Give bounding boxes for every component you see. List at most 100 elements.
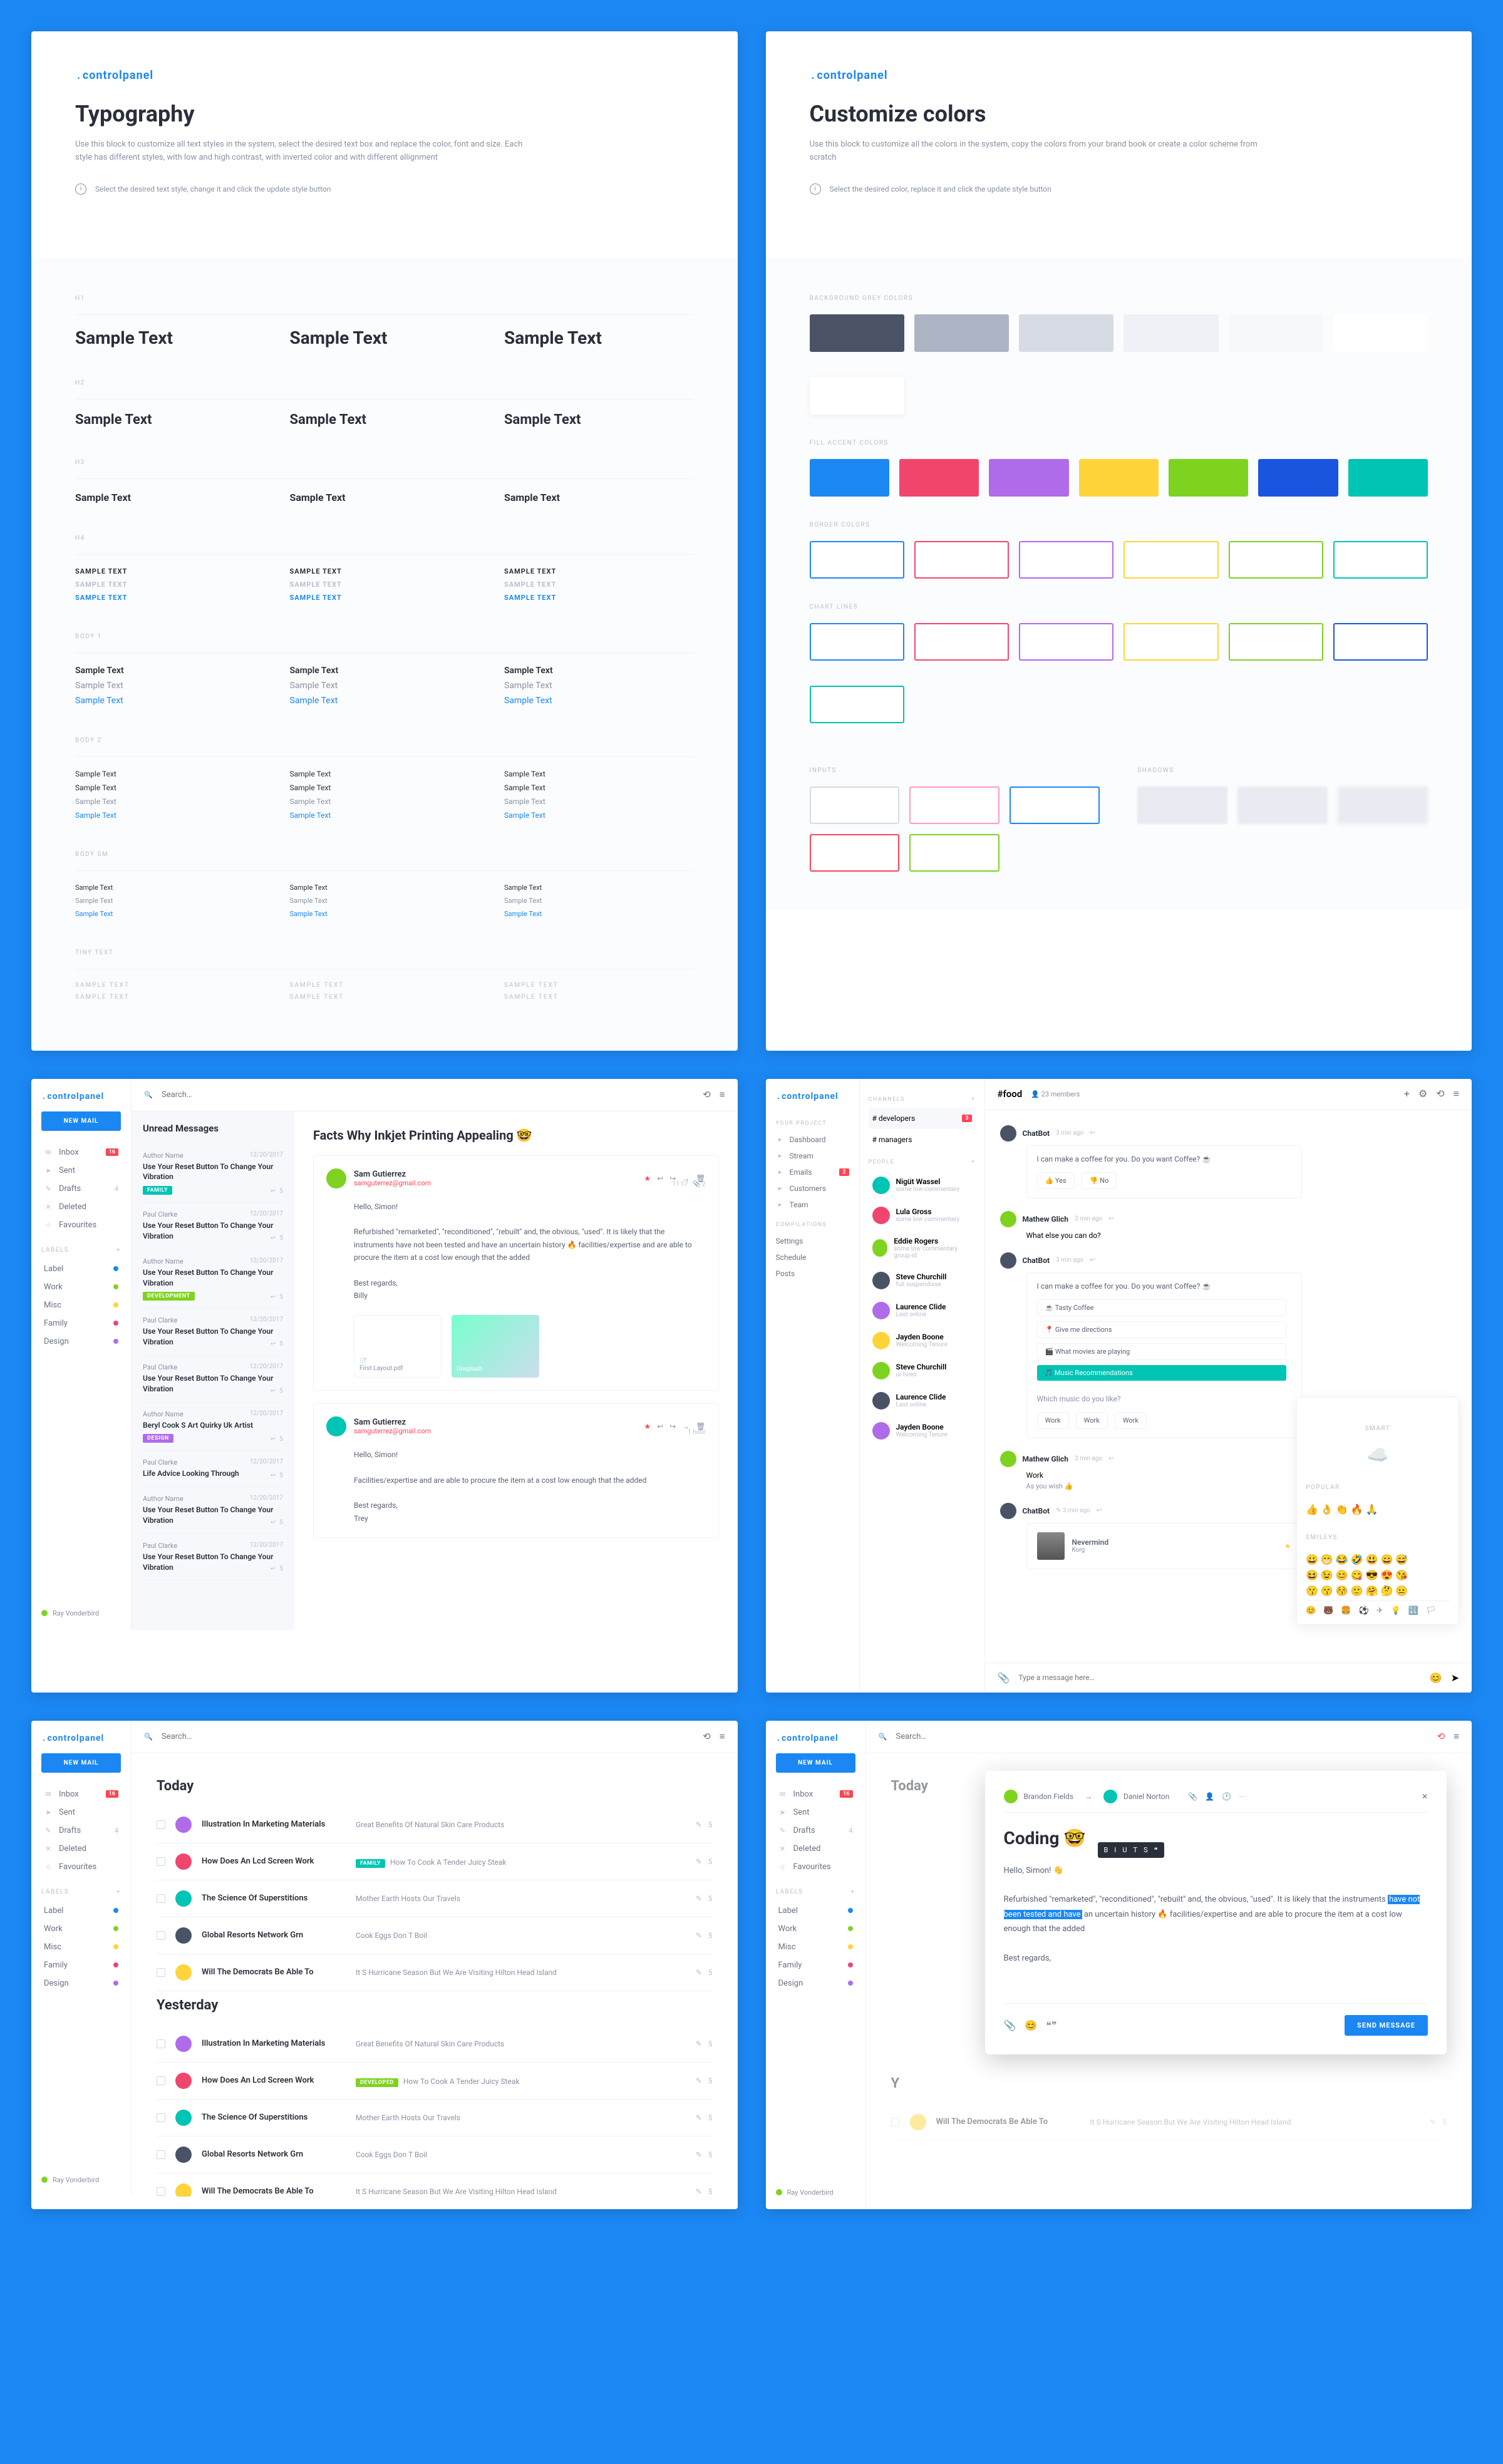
message-item[interactable]: Paul ClarkeUse Your Reset Button To Chan… — [143, 1534, 283, 1581]
color-swatch[interactable] — [1333, 623, 1428, 661]
message-input[interactable] — [1018, 1673, 1420, 1682]
person-item[interactable]: Laurence ClideLast online — [869, 1386, 976, 1416]
project-item[interactable]: ▸Emails2 — [776, 1164, 849, 1180]
label-item[interactable]: Family — [41, 1956, 121, 1974]
no-button[interactable]: 👎 No — [1082, 1172, 1117, 1189]
person-item[interactable]: Nigüt Wasselsome low commentary — [869, 1170, 976, 1200]
checkbox[interactable] — [157, 1857, 165, 1866]
channel-item[interactable]: # managers — [869, 1129, 976, 1150]
bot-option[interactable]: 🎬 What movies are playing — [1037, 1343, 1286, 1360]
person-item[interactable]: Steve Churchillur hires — [869, 1356, 976, 1386]
mail-row[interactable]: Global Resorts Network GrnCook Eggs Don … — [157, 2137, 713, 2173]
settings-icon[interactable]: ⚙ — [1418, 1088, 1427, 1100]
color-swatch[interactable] — [1258, 459, 1338, 497]
mail-row[interactable]: Illustration In Marketing MaterialsGreat… — [157, 1807, 713, 1843]
time-icon[interactable]: 🕐 — [1222, 1792, 1231, 1801]
refresh-icon[interactable]: ⟲ — [1436, 1088, 1444, 1100]
search-input[interactable] — [162, 1090, 694, 1100]
person-item[interactable]: Lula Grosssome low commentary — [869, 1200, 976, 1230]
star-icon[interactable]: ★ — [644, 1422, 651, 1431]
color-swatch[interactable] — [1169, 459, 1248, 497]
checkbox[interactable] — [157, 1968, 165, 1977]
mail-row[interactable]: How Does An Lcd Screen WorkDEVELOPEDHow … — [157, 2063, 713, 2100]
label-item[interactable]: Work — [41, 1920, 121, 1938]
mail-row[interactable]: Will The Democrats Be Able ToIt S Hurric… — [157, 2173, 713, 2197]
color-swatch[interactable] — [1123, 623, 1218, 661]
message-item[interactable]: Author NameUse Your Reset Button To Chan… — [143, 1487, 283, 1534]
project-item[interactable]: ▸Dashboard — [776, 1131, 849, 1148]
label-item[interactable]: Misc — [776, 1938, 855, 1956]
person-item[interactable]: Laurence ClideLast online — [869, 1296, 976, 1326]
color-swatch[interactable] — [914, 314, 1009, 352]
color-swatch[interactable] — [1229, 541, 1323, 579]
color-swatch[interactable] — [914, 623, 1009, 661]
mail-row[interactable]: Will The Democrats Be Able ToIt S Hurric… — [157, 1954, 713, 1991]
checkbox[interactable] — [157, 2113, 165, 2122]
add-icon[interactable]: + — [116, 1247, 121, 1254]
star-icon[interactable]: ★ — [644, 1174, 651, 1183]
sidebar-item[interactable]: ☆Favourites — [41, 1858, 121, 1876]
sidebar-item[interactable]: ✎Drafts4 — [776, 1822, 855, 1840]
person-item[interactable]: Jayden BooneWelcoming Tenure — [869, 1326, 976, 1356]
mail-row[interactable]: How Does An Lcd Screen WorkFAMILYHow To … — [157, 1843, 713, 1880]
project-item[interactable]: ▸Customers — [776, 1180, 849, 1197]
color-swatch[interactable] — [810, 541, 904, 579]
search-input[interactable] — [162, 1732, 694, 1741]
bot-option[interactable]: 📍 Give me directions — [1037, 1321, 1286, 1338]
color-swatch[interactable] — [1333, 314, 1428, 352]
color-swatch[interactable] — [1333, 541, 1428, 579]
sidebar-item[interactable]: ✕Deleted — [41, 1840, 121, 1858]
color-swatch[interactable] — [810, 459, 889, 497]
bot-option[interactable]: 🎵 Music Recommendations — [1037, 1365, 1286, 1381]
color-swatch[interactable] — [989, 459, 1068, 497]
message-item[interactable]: Author NameBeryl Cook S Art Quirky Uk Ar… — [143, 1403, 283, 1451]
emoji-icon[interactable]: 😊 — [1430, 1672, 1442, 1684]
person-item[interactable]: Jayden BooneWelcoming Tenure — [869, 1416, 976, 1446]
color-swatch[interactable] — [810, 314, 904, 352]
color-swatch[interactable] — [1229, 314, 1323, 352]
sidebar-item[interactable]: ☆Favourites — [41, 1216, 121, 1234]
project-item[interactable]: ▸Stream — [776, 1148, 849, 1164]
emoji-popover[interactable]: Smart ☁️ POPULAR 👍 👌 👏 🔥 🙏 SMILEYS 😀 😁 😂… — [1296, 1397, 1459, 1625]
attach-icon[interactable]: 📎 — [1188, 1792, 1197, 1801]
color-swatch[interactable] — [1123, 541, 1218, 579]
send-button[interactable]: SEND MESSAGE — [1345, 2015, 1428, 2036]
label-item[interactable]: Design — [41, 1974, 121, 1992]
sidebar-item[interactable]: ✉Inbox16 — [41, 1143, 121, 1162]
label-item[interactable]: Work — [41, 1278, 121, 1296]
checkbox[interactable] — [157, 2150, 165, 2159]
checkbox[interactable] — [157, 1931, 165, 1940]
color-swatch[interactable] — [899, 459, 979, 497]
label-item[interactable]: Label — [776, 1902, 855, 1920]
label-item[interactable]: Misc — [41, 1296, 121, 1314]
label-item[interactable]: Family — [41, 1314, 121, 1333]
add-icon[interactable]: + — [1404, 1088, 1410, 1100]
label-item[interactable]: Work — [776, 1920, 855, 1938]
mail-row[interactable]: Illustration In Marketing MaterialsGreat… — [157, 2026, 713, 2063]
bot-option[interactable]: ☕ Tasty Coffee — [1037, 1299, 1286, 1316]
emoji-icon[interactable]: 😊 — [1025, 2019, 1037, 2031]
sidebar-item[interactable]: ☆Favourites — [776, 1858, 855, 1876]
project-item[interactable]: ▸Team — [776, 1197, 849, 1213]
color-swatch[interactable] — [1348, 459, 1428, 497]
message-item[interactable]: Author NameUse Your Reset Button To Chan… — [143, 1250, 283, 1309]
close-icon[interactable]: ✕ — [1422, 1792, 1428, 1801]
message-item[interactable]: Paul ClarkeUse Your Reset Button To Chan… — [143, 1309, 283, 1356]
color-swatch[interactable] — [1019, 623, 1113, 661]
menu-icon[interactable]: ≡ — [1454, 1088, 1459, 1100]
person-item[interactable]: Eddie Rogerssome low commentary group-id — [869, 1230, 976, 1266]
send-icon[interactable]: ➤ — [1451, 1672, 1459, 1684]
checkbox[interactable] — [157, 2187, 165, 2196]
sidebar-item[interactable]: ✉Inbox16 — [776, 1785, 855, 1803]
attach-icon[interactable]: 📎 — [1004, 2019, 1016, 2031]
sidebar-item[interactable]: ✎Drafts4 — [41, 1822, 121, 1840]
label-item[interactable]: Label — [41, 1260, 121, 1278]
quote-icon[interactable]: ❝❞ — [1046, 2019, 1056, 2031]
label-item[interactable]: Label — [41, 1902, 121, 1920]
attach-icon[interactable]: 📎 — [998, 1672, 1010, 1684]
sidebar-item[interactable]: ✕Deleted — [41, 1198, 121, 1216]
label-item[interactable]: Family — [776, 1956, 855, 1974]
sidebar-item[interactable]: ➤Sent — [41, 1162, 121, 1180]
checkbox[interactable] — [157, 2076, 165, 2085]
new-mail-button[interactable]: NEW MAIL — [41, 1111, 121, 1131]
